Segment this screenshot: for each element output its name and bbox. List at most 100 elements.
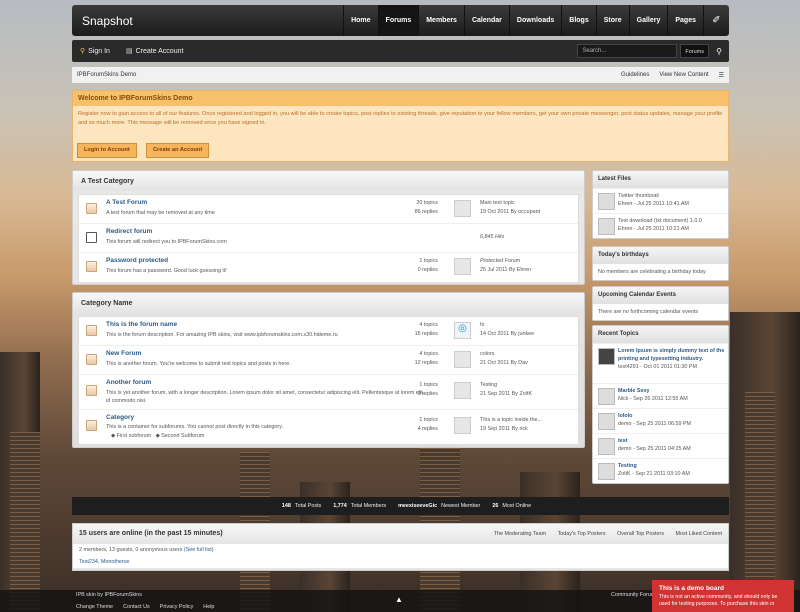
file-item[interactable]: Test download (txt document) 1.0.0 Ehren …	[593, 213, 728, 238]
menu-icon[interactable]: ☰	[719, 72, 724, 79]
avatar[interactable]	[454, 382, 471, 399]
calendar-text: There are no forthcoming calendar events	[593, 304, 728, 320]
avatar[interactable]	[454, 351, 471, 368]
recent-topic-item[interactable]: Testing ZoltK - Sep 21 2011 03:10 AM	[593, 458, 728, 483]
back-to-top-icon[interactable]: ▲	[395, 595, 403, 604]
community-forum-link[interactable]: Community Forum	[611, 592, 655, 598]
file-name[interactable]: Test download (txt document) 1.0.0	[618, 217, 702, 225]
help-link[interactable]: Help	[203, 604, 214, 610]
recent-topic-meta: test4291 - Oct 01 2011 01:30 PM	[618, 364, 698, 370]
skin-credit[interactable]: IPB skin by IPBForumSkins	[76, 592, 142, 598]
recent-topic-item[interactable]: test demo - Sep 25 2011 04:25 AM	[593, 433, 728, 458]
topic-count: 4 topics	[419, 351, 438, 357]
forum-title[interactable]: Category	[106, 414, 134, 421]
avatar	[598, 463, 615, 480]
category-name: Category Name This is the forum name Thi…	[72, 292, 585, 448]
last-post-title[interactable]: colors	[480, 350, 528, 359]
total-members-value: 1,774	[333, 503, 347, 509]
nav-blogs[interactable]: Blogs	[561, 5, 595, 36]
forum-title[interactable]: This is the forum name	[106, 321, 177, 328]
tab-todays-top-posters[interactable]: Today's Top Posters	[558, 531, 606, 537]
forum-title[interactable]: Password protected	[106, 257, 168, 264]
contact-us-link[interactable]: Contact Us	[123, 604, 150, 610]
welcome-box: Welcome to IPBForumSkins Demo Register n…	[72, 90, 729, 162]
site-logo[interactable]: Snapshot	[72, 14, 343, 28]
recent-topic-title[interactable]: lololo	[618, 413, 632, 419]
avatar[interactable]: ◎	[454, 322, 471, 339]
file-item[interactable]: Twitter thumbnail Ehren - Jul 25 2011 10:…	[593, 188, 728, 213]
nav-calendar[interactable]: Calendar	[463, 5, 509, 36]
file-meta: Ehren - Jul 25 2011 10:41 AM	[618, 201, 689, 207]
full-list-link[interactable]: (See full list)	[184, 547, 214, 553]
topic-count: 1 topics	[419, 382, 438, 388]
forum-desc: This forum will redirect you to IPBForum…	[106, 239, 227, 245]
subforum-link[interactable]: Second Subforum	[161, 433, 204, 439]
tab-moderating-team[interactable]: The Moderating Team	[494, 531, 546, 537]
nav-downloads[interactable]: Downloads	[508, 5, 561, 36]
search-icon[interactable]: ⚲	[709, 47, 729, 56]
sign-in-link[interactable]: ⚲ Sign In	[72, 40, 118, 62]
tab-most-liked-content[interactable]: Most Liked Content	[676, 531, 722, 537]
recent-topic-title[interactable]: Lorem Ipsum is simply dummy text of the …	[618, 348, 724, 362]
last-post-title[interactable]: Testing	[480, 381, 532, 390]
forum-title[interactable]: Another forum	[106, 379, 151, 386]
category-title[interactable]: A Test Category	[73, 171, 584, 191]
avatar[interactable]	[454, 258, 471, 275]
last-post-title[interactable]: Main test topic	[480, 199, 540, 208]
forum-row: Password protected This forum has a pass…	[79, 253, 578, 282]
nav-gallery[interactable]: Gallery	[628, 5, 668, 36]
category-a-test: A Test Category A Test Forum A test foru…	[72, 170, 585, 285]
topic-count: 1 topics	[419, 258, 438, 264]
forum-read-icon	[86, 261, 97, 272]
forum-desc: This forum has a password. Good luck gue…	[106, 268, 227, 274]
nav-members[interactable]: Members	[418, 5, 464, 36]
avatar[interactable]	[454, 417, 471, 434]
avatar	[598, 218, 615, 235]
view-new-content-link[interactable]: View New Content	[659, 72, 708, 78]
nav-forums[interactable]: Forums	[377, 5, 419, 36]
forum-title[interactable]: New Forum	[106, 350, 141, 357]
avatar	[598, 438, 615, 455]
nav-pages[interactable]: Pages	[667, 5, 703, 36]
category-title[interactable]: Category Name	[73, 293, 584, 313]
forum-read-icon	[86, 325, 97, 336]
recent-topic-item[interactable]: lololo demo - Sep 25 2011 06:59 PM	[593, 408, 728, 433]
search-input[interactable]: Search...	[577, 44, 678, 58]
nav-store[interactable]: Store	[595, 5, 629, 36]
create-account-button[interactable]: Create an Account	[146, 143, 210, 158]
subforum-link[interactable]: First subforum	[117, 433, 151, 439]
breadcrumb-home[interactable]: IPBForumSkins Demo	[77, 72, 136, 78]
forum-desc: This is the forum description. For amazi…	[106, 332, 338, 338]
privacy-policy-link[interactable]: Privacy Policy	[160, 604, 194, 610]
recent-topic-item[interactable]: Lorem Ipsum is simply dummy text of the …	[593, 343, 728, 383]
online-members[interactable]: Test234, Monotherve	[79, 559, 129, 565]
last-post-meta: 25 Jul 2011 By Ehren	[480, 267, 532, 273]
forum-desc: This is yet another forum, with a longer…	[106, 390, 425, 404]
board-stats-bar: 148 Total Posts 1,774 Total Members meexis…	[72, 497, 729, 515]
last-post-title[interactable]: hi	[480, 321, 534, 330]
recent-topic-item[interactable]: Marble Sexy Nick - Sep 26 2011 12:55 AM	[593, 383, 728, 408]
recent-topic-title[interactable]: test	[618, 438, 628, 444]
brush-icon[interactable]: ✐	[703, 5, 729, 36]
tab-overall-top-posters[interactable]: Overall Top Posters	[617, 531, 664, 537]
login-button[interactable]: Login to Account	[77, 143, 137, 158]
nav-home[interactable]: Home	[343, 5, 377, 36]
newest-member-value[interactable]: meexiseeveGic	[398, 503, 437, 509]
avatar	[598, 413, 615, 430]
guidelines-link[interactable]: Guidelines	[621, 72, 649, 78]
create-account-link[interactable]: ▤ Create Account	[118, 40, 192, 62]
subforum-icon: ◆	[155, 433, 160, 439]
change-theme-link[interactable]: Change Theme	[76, 604, 113, 610]
forum-title[interactable]: Redirect forum	[106, 228, 152, 235]
recent-topic-title[interactable]: Marble Sexy	[618, 388, 649, 394]
search-scope-button[interactable]: Forums	[680, 44, 709, 58]
last-post-title[interactable]: Protected Forum	[480, 258, 520, 264]
last-post-title[interactable]: This is a topic inside the...	[480, 416, 542, 425]
recent-topic-meta: Nick - Sep 26 2011 12:55 AM	[618, 396, 688, 402]
avatar[interactable]	[454, 200, 471, 217]
forum-title[interactable]: A Test Forum	[106, 199, 147, 206]
file-name[interactable]: Twitter thumbnail	[618, 192, 689, 200]
sidebar-title: Recent Topics	[593, 326, 728, 343]
topic-count: 20 topics	[416, 200, 438, 206]
recent-topic-title[interactable]: Testing	[618, 463, 637, 469]
